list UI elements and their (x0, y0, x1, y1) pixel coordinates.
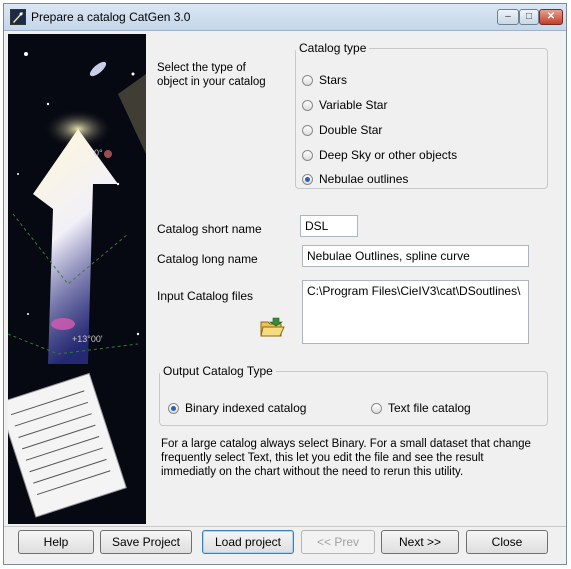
help-button[interactable]: Help (18, 530, 94, 554)
radio-nebulae-outlines[interactable]: Nebulae outlines (302, 170, 408, 188)
radio-text-file[interactable]: Text file catalog (371, 399, 471, 417)
close-icon: ✕ (546, 11, 556, 22)
short-name-label: Catalog short name (157, 222, 262, 236)
side-art-label-1: 0° (94, 148, 103, 158)
radio-binary-indexed[interactable]: Binary indexed catalog (168, 399, 306, 417)
radio-stars[interactable]: Stars (302, 71, 347, 89)
open-folder-icon (260, 317, 285, 337)
app-icon (10, 9, 26, 25)
radio-label: Binary indexed catalog (185, 401, 307, 415)
maximize-button[interactable]: □ (519, 9, 539, 25)
minimize-button[interactable]: – (497, 9, 519, 25)
load-project-button[interactable]: Load project (202, 530, 294, 554)
short-name-input[interactable]: DSL (300, 215, 358, 237)
input-files-label: Input Catalog files (157, 289, 254, 303)
radio-label: Text file catalog (388, 401, 471, 415)
window-title: Prepare a catalog CatGen 3.0 (31, 10, 191, 24)
button-bar-divider (4, 526, 566, 527)
side-illustration: 0° +13°00' (8, 34, 146, 524)
browse-folder-button[interactable] (259, 316, 285, 340)
long-name-input[interactable]: Nebulae Outlines, spline curve (302, 245, 529, 267)
side-art-label-2: +13°00' (72, 334, 103, 344)
input-files-textarea[interactable]: C:\Program Files\CieIV3\cat\DSoutlines\ (302, 280, 529, 344)
close-window-button[interactable]: ✕ (539, 9, 563, 25)
radio-double-star[interactable]: Double Star (302, 121, 382, 139)
minimize-icon: – (505, 11, 511, 22)
prev-button[interactable]: << Prev (301, 530, 375, 554)
object-type-prompt: Select the type of object in your catalo… (157, 62, 266, 88)
next-button[interactable]: Next >> (381, 530, 459, 554)
catalog-type-legend: Catalog type (299, 41, 367, 55)
radio-label: Deep Sky or other objects (319, 148, 458, 162)
radio-label: Nebulae outlines (319, 172, 409, 186)
maximize-icon: □ (525, 11, 533, 22)
radio-label: Variable Star (319, 98, 388, 112)
radio-label: Double Star (319, 123, 383, 137)
sky-arrow-illustration: 0° +13°00' (8, 52, 146, 518)
close-button[interactable]: Close (466, 530, 548, 554)
title-bar: Prepare a catalog CatGen 3.0 – □ ✕ (4, 4, 566, 31)
long-name-label: Catalog long name (157, 252, 258, 266)
radio-deep-sky[interactable]: Deep Sky or other objects (302, 146, 457, 164)
radio-button[interactable] (302, 99, 313, 111)
radio-button[interactable] (302, 149, 313, 161)
radio-button-selected[interactable] (168, 402, 179, 414)
radio-label: Stars (319, 73, 348, 87)
radio-button[interactable] (371, 402, 382, 414)
radio-button-selected[interactable] (302, 173, 313, 185)
catalog-type-group: Catalog type (295, 41, 548, 189)
save-project-button[interactable]: Save Project (100, 530, 192, 554)
output-type-legend: Output Catalog Type (163, 364, 273, 378)
catgen-window: Prepare a catalog CatGen 3.0 – □ ✕ 0° +1… (3, 3, 567, 565)
radio-button[interactable] (302, 74, 313, 86)
info-text: For a large catalog always select Binary… (161, 438, 531, 478)
radio-variable-star[interactable]: Variable Star (302, 96, 387, 114)
radio-button[interactable] (302, 124, 313, 136)
